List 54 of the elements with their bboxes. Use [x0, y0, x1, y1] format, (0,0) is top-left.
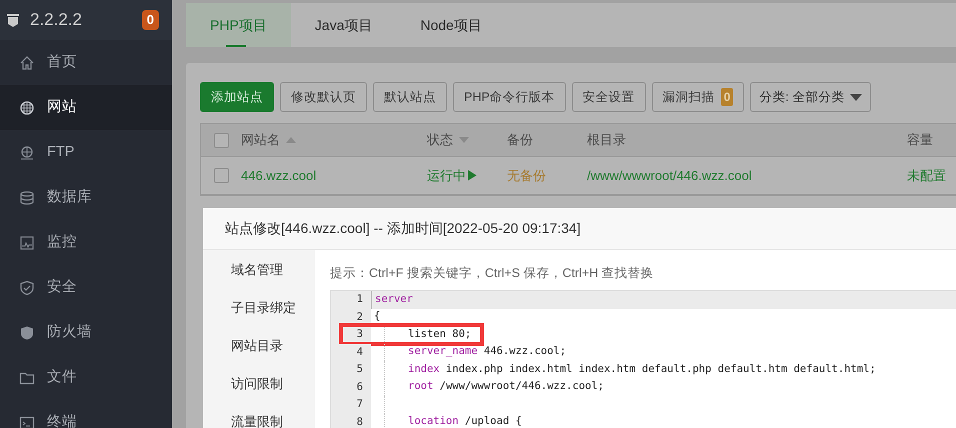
sort-up-icon: [286, 137, 296, 143]
category-dropdown[interactable]: 分类: 全部分类: [750, 82, 872, 112]
toolbar-button[interactable]: 修改默认页: [280, 82, 367, 112]
shield-icon: [19, 324, 35, 340]
server-address: 2.2.2.2: [30, 9, 82, 32]
dialog-menu-item[interactable]: 流量限制: [203, 412, 315, 428]
column-header[interactable]: 网站名: [241, 130, 427, 150]
network-icon: [19, 144, 35, 160]
toolbar-button[interactable]: 安全设置: [572, 82, 646, 112]
toolbar-button[interactable]: 默认站点: [373, 82, 447, 112]
hint-text: 提示：Ctrl+F 搜索关键字，Ctrl+S 保存，Ctrl+H 查找替换: [330, 265, 655, 282]
database-icon: [19, 190, 35, 206]
line-number: 7: [331, 396, 371, 414]
line-number: 4: [331, 344, 371, 361]
row-checkbox[interactable]: [214, 168, 228, 183]
dialog-menu-item[interactable]: 域名管理: [203, 260, 315, 298]
dialog-menu-item[interactable]: 子目录绑定: [203, 298, 315, 336]
sidebar-item[interactable]: 数据库: [0, 175, 172, 220]
toolbar-button[interactable]: 漏洞扫描 0: [652, 82, 744, 112]
sidebar-item[interactable]: 安全: [0, 265, 172, 310]
dialog-menu-item[interactable]: 访问限制: [203, 374, 315, 412]
sidebar-item[interactable]: 终端: [0, 400, 172, 428]
column-header[interactable]: 根目录: [587, 130, 907, 150]
line-number: 8: [331, 414, 371, 428]
chart-icon: [19, 234, 35, 250]
sidebar-item[interactable]: FTP: [0, 130, 172, 175]
sidebar-item[interactable]: 防火墙: [0, 310, 172, 355]
sidebar-item[interactable]: 首页: [0, 40, 172, 85]
sort-down-icon: [459, 137, 469, 143]
notification-badge[interactable]: 0: [142, 10, 159, 30]
toolbar-button[interactable]: 添加站点: [200, 82, 274, 112]
dialog-menu-item[interactable]: 网站目录: [203, 336, 315, 374]
code-editor[interactable]: 1 server 2 { 3 listen 80; 4 server_name 446.wzz.cool; 5 index index.php index.html index.htm default.php default.htm default.html; 6 root /www/wwwroot/446.wzz.cool; 7 8 location /upload {: [330, 290, 956, 428]
caret-icon: [850, 94, 862, 100]
line-number: 1: [331, 291, 371, 308]
dialog-title: 站点修改[446.wzz.cool] -- 添加时间[2022-05-20 09:17:34]: [225, 219, 581, 238]
select-all-checkbox[interactable]: [214, 132, 228, 148]
sidebar-item[interactable]: 文件: [0, 355, 172, 400]
home-icon: [19, 54, 35, 70]
column-header[interactable]: 容量: [907, 130, 956, 150]
toolbar-button[interactable]: PHP命令行版本: [453, 82, 566, 112]
logo-icon: [6, 12, 20, 28]
line-number: 5: [331, 361, 371, 378]
column-header[interactable]: 状态: [427, 130, 507, 150]
terminal-icon: [19, 414, 35, 428]
line-number: 6: [331, 378, 371, 396]
column-header[interactable]: 备份: [507, 130, 587, 150]
globe-icon: [19, 100, 35, 116]
count-badge: 0: [720, 88, 734, 106]
sidebar-item[interactable]: 网站: [0, 85, 172, 130]
sidebar-item[interactable]: 监控: [0, 220, 172, 265]
shield-icon: [19, 280, 35, 296]
tab[interactable]: Node项目: [396, 3, 506, 47]
tab[interactable]: Java项目: [290, 3, 396, 47]
